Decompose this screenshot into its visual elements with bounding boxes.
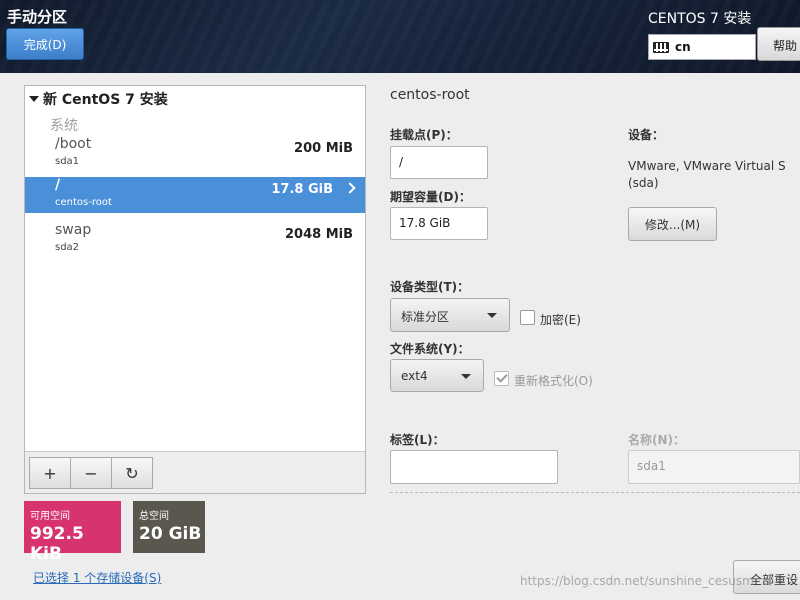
done-button[interactable]: 完成(D) [6,28,84,60]
total-space-value: 20 GiB [139,524,202,544]
total-space-label: 总空间 [139,511,169,522]
help-button[interactable]: 帮助 [757,27,800,61]
total-space-box: 总空间 20 GiB [133,501,205,553]
name-field-label: 名称(N)： [628,433,686,447]
encrypt-checkbox[interactable] [520,310,535,325]
partition-size: 200 MiB [294,141,353,156]
minus-icon: − [84,463,98,483]
chevron-down-icon [461,374,471,379]
system-section-label: 系统 [50,118,78,134]
filesystem-label: 文件系统(Y)： [390,342,470,356]
filesystem-combo[interactable]: ext4 [390,359,484,392]
refresh-button[interactable]: ↻ [111,457,153,489]
mount-point-label: 挂载点(P)： [390,128,458,142]
remove-partition-button[interactable]: − [70,457,112,489]
desired-capacity-field[interactable]: 17.8 GiB [390,207,488,240]
filesystem-value: ext4 [401,369,428,383]
label-field[interactable] [390,450,558,484]
partition-detail-title: centos-root [390,87,470,103]
mount-point-field[interactable]: / [390,146,488,179]
install-title: 新 CentOS 7 安装 [43,92,168,108]
device-type-label: 设备类型(T)： [390,280,470,294]
available-space-box: 可用空间 992.5 KiB [24,501,121,564]
partition-list-panel: 新 CentOS 7 安装 系统 /boot sda1 200 MiB / ce… [24,85,366,494]
available-space-value: 992.5 KiB [30,524,84,564]
reformat-label: 重新格式化(O) [514,374,593,388]
partition-device: centos-root [55,197,112,208]
partition-device: sda2 [55,242,80,253]
partition-device: sda1 [55,156,80,167]
device-value: VMware, VMware Virtual S (sda) [628,159,786,190]
modify-button[interactable]: 修改...(M) [628,207,717,241]
header-bar: 手动分区 完成(D) CENTOS 7 安装 cn 帮助 [0,0,800,73]
reformat-checkbox[interactable] [494,371,509,386]
label-field-label: 标签(L)： [390,433,445,447]
selected-storage-link[interactable]: 已选择 1 个存储设备(S) [33,569,161,586]
chevron-down-icon [487,313,497,318]
partition-toolbar: + − ↻ [25,451,365,493]
partition-row-root[interactable]: / centos-root 17.8 GiB [25,177,365,213]
device-type-value: 标准分区 [401,310,450,324]
expander-triangle-icon [29,96,39,102]
partition-size: 17.8 GiB [271,182,333,197]
encrypt-label: 加密(E) [540,313,581,327]
refresh-icon: ↻ [125,463,139,483]
keyboard-layout-label: cn [675,40,691,54]
partition-row-boot[interactable]: /boot sda1 200 MiB [25,136,365,172]
page-title: 手动分区 [7,8,68,26]
device-label: 设备： [628,128,665,142]
add-partition-button[interactable]: + [29,457,71,489]
partition-mount-point: / [55,177,61,193]
name-field: sda1 [628,450,800,484]
install-group-header[interactable]: 新 CentOS 7 安装 [29,89,168,109]
available-space-label: 可用空间 [30,511,70,522]
partition-size: 2048 MiB [284,227,353,242]
keyboard-icon [653,41,669,53]
chevron-right-icon [344,182,356,194]
product-title: CENTOS 7 安装 [648,11,752,27]
device-type-combo[interactable]: 标准分区 [390,298,510,332]
partition-mount-point: swap [55,222,92,238]
watermark-text: https://blog.csdn.net/sunshine_cesusm [520,574,754,588]
section-divider [390,492,800,493]
keyboard-layout-indicator[interactable]: cn [648,34,756,60]
desired-capacity-label: 期望容量(D)： [390,190,471,204]
partition-row-swap[interactable]: swap sda2 2048 MiB [25,222,365,258]
plus-icon: + [43,463,57,483]
partition-mount-point: /boot [55,136,92,152]
